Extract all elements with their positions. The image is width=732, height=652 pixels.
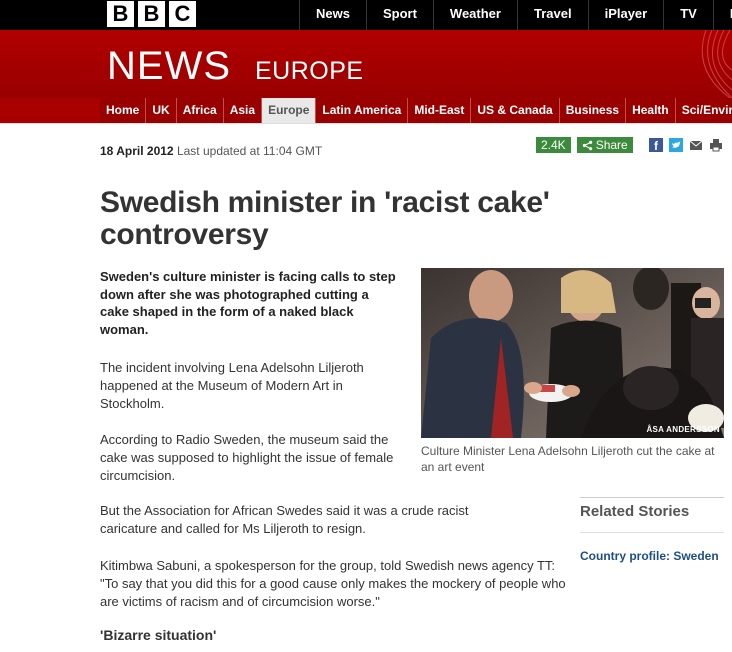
photo-caption: Culture Minister Lena Adelsohn Liljeroth… — [421, 444, 715, 474]
article-paragraph: But the Association for African Swedes s… — [100, 503, 469, 536]
related-stories-title: Related Stories — [580, 503, 690, 520]
last-updated: Last updated at 11:04 GMT — [176, 144, 323, 158]
section-nav-home[interactable]: Home — [100, 98, 147, 123]
email-icon[interactable] — [689, 138, 703, 152]
article-paragraph: Kitimbwa Sabuni, a spokesperson for the … — [100, 558, 566, 609]
share-icon — [582, 140, 592, 150]
facebook-icon[interactable]: f — [648, 138, 663, 152]
global-header: B B C News Sport Weather Travel iPlayer … — [0, 0, 732, 30]
article-paragraph: According to Radio Sweden, the museum sa… — [100, 432, 394, 483]
related-link-country-profile[interactable]: Country profile: Sweden — [580, 548, 720, 564]
global-nav-travel[interactable]: Travel — [516, 0, 588, 30]
photo-credit: ÅSA ANDERSSON — [646, 425, 720, 434]
related-divider-top — [580, 497, 724, 498]
twitter-icon[interactable] — [668, 138, 683, 152]
related-divider — [580, 532, 724, 533]
article-intro: Sweden's culture minister is facing call… — [100, 269, 396, 337]
share-count: 2.4K — [536, 137, 571, 153]
section-nav-divider — [0, 123, 732, 124]
banner-subtitle[interactable]: EUROPE — [255, 57, 364, 86]
share-button[interactable]: Share — [576, 137, 633, 153]
global-nav-tv[interactable]: TV — [663, 0, 713, 30]
article-subheading: 'Bizarre situation' — [100, 627, 217, 643]
article-paragraph: The incident involving Lena Adelsohn Lil… — [100, 360, 364, 411]
logo-letter: B — [138, 1, 165, 27]
global-nav-weather[interactable]: Weather — [432, 0, 517, 30]
section-nav-sci-enviro[interactable]: Sci/Enviro — [676, 98, 732, 123]
section-nav-health[interactable]: Health — [626, 98, 676, 123]
global-nav-radio[interactable]: R — [712, 0, 732, 30]
print-icon[interactable] — [709, 138, 723, 152]
section-nav: Home UK Africa Asia Europe Latin America… — [100, 98, 732, 123]
share-label: Share — [595, 138, 628, 152]
share-tools: 2.4K Share f — [536, 137, 723, 153]
dateline: 18 April 2012 Last updated at 11:04 GMT — [100, 144, 322, 158]
article-headline: Swedish minister in 'racist cake' contro… — [100, 186, 550, 251]
section-nav-africa[interactable]: Africa — [177, 98, 224, 123]
banner-title[interactable]: NEWS — [107, 44, 231, 89]
news-banner: NEWS EUROPE — [0, 30, 732, 98]
photo-illustration — [421, 268, 724, 438]
section-nav-asia[interactable]: Asia — [224, 98, 263, 123]
banner-decoration — [701, 30, 732, 98]
section-nav-uk[interactable]: UK — [146, 98, 177, 123]
global-nav-iplayer[interactable]: iPlayer — [587, 0, 664, 30]
global-nav-sport[interactable]: Sport — [365, 0, 433, 30]
section-nav-business[interactable]: Business — [560, 98, 627, 123]
section-nav-mid-east[interactable]: Mid-East — [408, 98, 472, 123]
article-photo: ÅSA ANDERSSON — [421, 268, 724, 438]
global-nav-news[interactable]: News — [299, 0, 366, 30]
logo-letter: B — [107, 1, 134, 27]
publish-date: 18 April 2012 — [100, 144, 174, 158]
section-nav-europe[interactable]: Europe — [262, 98, 317, 123]
bbc-logo[interactable]: B B C — [107, 1, 196, 27]
global-nav: News Sport Weather Travel iPlayer TV R — [299, 0, 732, 30]
section-nav-us-canada[interactable]: US & Canada — [471, 98, 560, 123]
section-nav-latin-america[interactable]: Latin America — [316, 98, 409, 123]
logo-letter: C — [169, 1, 196, 27]
